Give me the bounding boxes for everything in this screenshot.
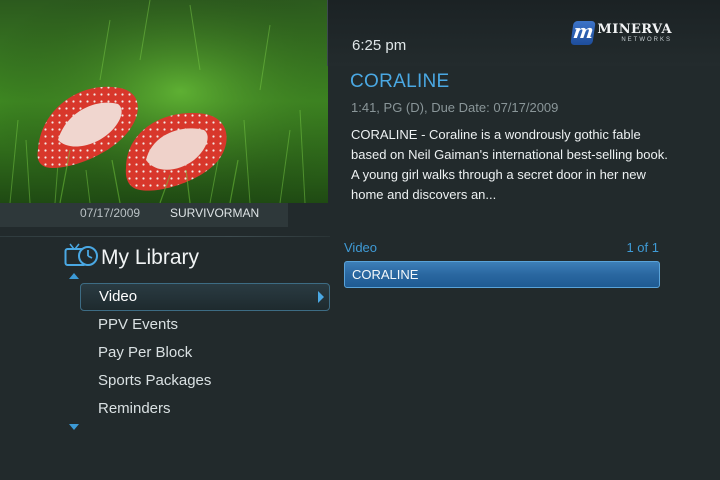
library-tv-clock-icon	[64, 243, 98, 266]
program-meta: 1:41, PG (D), Due Date: 07/17/2009	[351, 100, 559, 115]
minerva-logo-icon: m	[570, 21, 597, 45]
menu-item-sports-packages[interactable]: Sports Packages	[80, 367, 330, 395]
menu-item-reminders[interactable]: Reminders	[80, 395, 330, 423]
library-menu: Video PPV Events Pay Per Block Sports Pa…	[80, 283, 330, 423]
menu-item-video[interactable]: Video	[80, 283, 330, 311]
preview-show-title: SURVIVORMAN	[170, 206, 260, 220]
list-item-label: CORALINE	[352, 267, 419, 282]
list-header: Video 1 of 1	[344, 240, 659, 255]
list-count: 1 of 1	[626, 240, 659, 255]
menu-item-ppv-events[interactable]: PPV Events	[80, 311, 330, 339]
menu-item-pay-per-block[interactable]: Pay Per Block	[80, 339, 330, 367]
preview-date: 07/17/2009	[80, 206, 141, 220]
preview-caption: 07/17/2009 SURVIVORMAN	[0, 203, 288, 227]
section-divider	[0, 236, 330, 237]
menu-item-label: Reminders	[98, 400, 171, 417]
program-title: CORALINE	[350, 71, 450, 92]
chevron-right-icon	[318, 291, 324, 303]
list-category: Video	[344, 240, 378, 255]
menu-item-label: Video	[99, 288, 138, 305]
brand-subtitle: NETWORKS	[621, 37, 672, 43]
divider	[327, 0, 328, 66]
scroll-down-arrow-icon[interactable]	[69, 424, 79, 430]
menu-item-label: PPV Events	[98, 316, 179, 333]
menu-item-label: Sports Packages	[98, 372, 212, 389]
shoes-in-grass-image	[0, 0, 328, 203]
video-preview	[0, 0, 328, 203]
clock: 6:25 pm	[352, 37, 407, 54]
brand-name: MINERVA	[597, 22, 672, 37]
list-item[interactable]: CORALINE	[344, 261, 660, 288]
menu-item-label: Pay Per Block	[98, 344, 193, 361]
library-title: My Library	[101, 246, 200, 269]
brand-logo: m MINERVA NETWORKS	[570, 19, 672, 47]
scroll-up-arrow-icon[interactable]	[69, 273, 79, 279]
program-description: CORALINE - Coraline is a wondrously goth…	[351, 127, 668, 202]
